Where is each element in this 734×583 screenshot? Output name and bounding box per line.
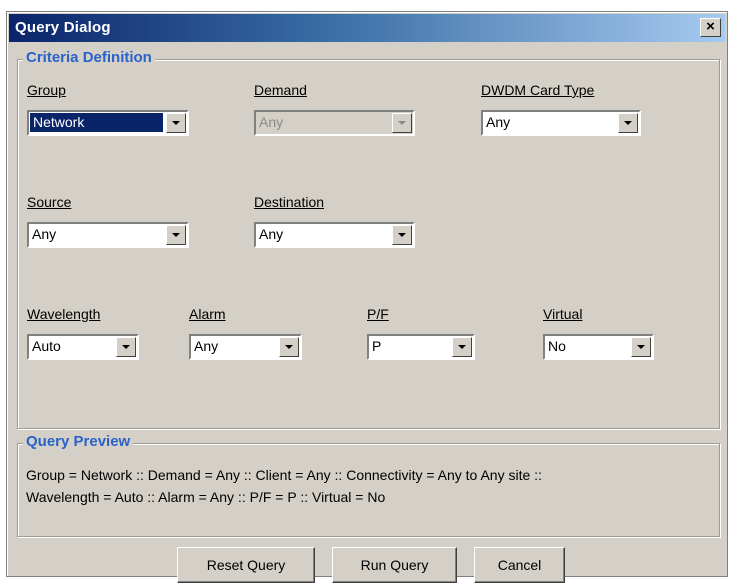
chevron-down-icon <box>637 345 645 349</box>
pf-select-value: P <box>372 338 382 354</box>
wavelength-select[interactable]: Auto <box>27 334 139 360</box>
demand-label: Demand <box>254 82 307 98</box>
dwdm-card-type-select[interactable]: Any <box>481 110 641 136</box>
virtual-label: Virtual <box>543 306 583 322</box>
demand-dropdown-button <box>392 113 412 133</box>
chevron-down-icon <box>624 121 632 125</box>
virtual-select[interactable]: No <box>543 334 654 360</box>
source-dropdown-button[interactable] <box>166 225 186 245</box>
query-preview-text: Group = Network :: Demand = Any :: Clien… <box>26 464 714 508</box>
chevron-down-icon <box>172 233 180 237</box>
alarm-select-value: Any <box>194 338 219 354</box>
pf-label: P/F <box>367 306 389 322</box>
alarm-select[interactable]: Any <box>189 334 302 360</box>
query-dialog: Query Dialog × Criteria Definition Group… <box>6 11 728 583</box>
virtual-select-value: No <box>548 338 566 354</box>
destination-label: Destination <box>254 194 325 210</box>
source-select-value: Any <box>32 226 57 242</box>
query-preview-line-1: Group = Network :: Demand = Any :: Clien… <box>26 467 542 483</box>
chevron-down-icon <box>458 345 466 349</box>
demand-select-value: Any <box>259 114 284 130</box>
run-query-button[interactable]: Run Query <box>332 547 457 583</box>
virtual-dropdown-button[interactable] <box>631 337 651 357</box>
reset-query-button[interactable]: Reset Query <box>177 547 315 583</box>
wavelength-label: Wavelength <box>27 306 101 322</box>
chevron-down-icon <box>172 121 180 125</box>
destination-dropdown-button[interactable] <box>392 225 412 245</box>
query-preview-group: Query Preview Group = Network :: Demand … <box>17 433 720 537</box>
dwdm-card-type-label: DWDM Card Type <box>481 82 595 98</box>
wavelength-select-value: Auto <box>32 338 61 354</box>
alarm-dropdown-button[interactable] <box>279 337 299 357</box>
chevron-down-icon <box>285 345 293 349</box>
title-bar[interactable]: Query Dialog × <box>9 14 725 42</box>
criteria-definition-legend: Criteria Definition <box>23 49 155 66</box>
group-label: Group <box>27 82 66 98</box>
dwdm-card-type-dropdown-button[interactable] <box>618 113 638 133</box>
query-preview-legend: Query Preview <box>23 433 134 450</box>
dwdm-card-type-select-value: Any <box>486 114 511 130</box>
destination-select-value: Any <box>259 226 284 242</box>
demand-select: Any <box>254 110 415 136</box>
close-icon: × <box>706 18 715 35</box>
alarm-label: Alarm <box>189 306 226 322</box>
group-dropdown-button[interactable] <box>166 113 186 133</box>
close-button[interactable]: × <box>700 18 721 37</box>
destination-select[interactable]: Any <box>254 222 415 248</box>
pf-dropdown-button[interactable] <box>452 337 472 357</box>
window-title: Query Dialog <box>15 19 111 36</box>
group-select[interactable]: Network <box>27 110 189 136</box>
source-select[interactable]: Any <box>27 222 189 248</box>
cancel-button[interactable]: Cancel <box>474 547 565 583</box>
group-select-value: Network <box>30 113 163 132</box>
chevron-down-icon <box>398 121 406 125</box>
chevron-down-icon <box>398 233 406 237</box>
pf-select[interactable]: P <box>367 334 475 360</box>
wavelength-dropdown-button[interactable] <box>116 337 136 357</box>
chevron-down-icon <box>122 345 130 349</box>
source-label: Source <box>27 194 72 210</box>
query-preview-line-2: Wavelength = Auto :: Alarm = Any :: P/F … <box>26 489 386 505</box>
